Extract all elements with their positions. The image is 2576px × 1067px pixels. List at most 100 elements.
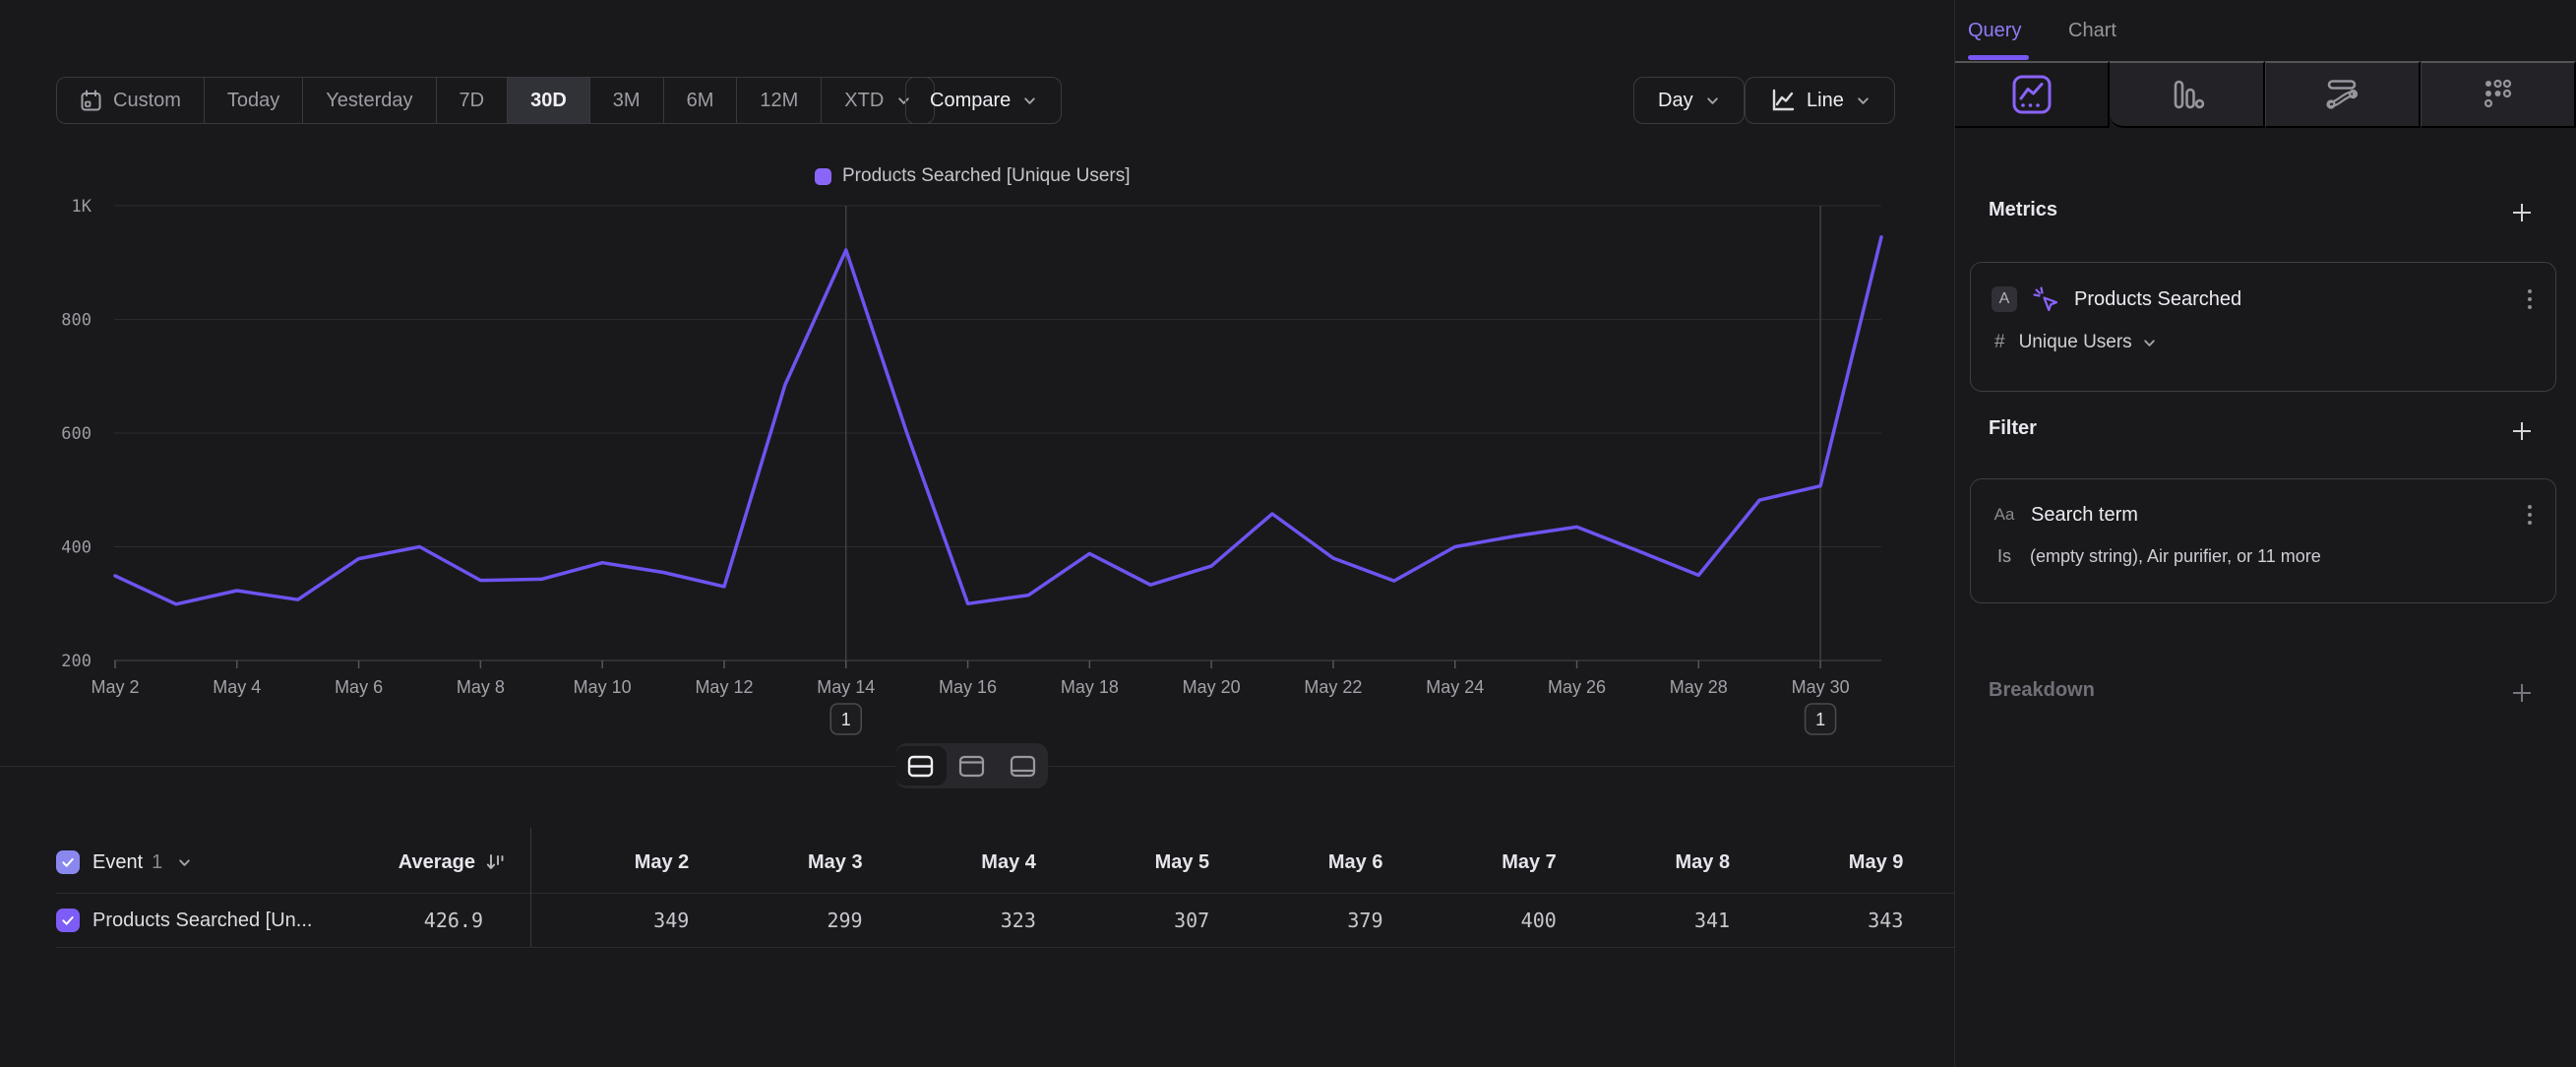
filter-card[interactable]: Aa Search term Is (empty string), Air pu… (1970, 478, 2556, 603)
average-column-header[interactable]: Average (399, 851, 530, 874)
analytics-app: CustomTodayYesterday7D30D3M6M12MXTD Comp… (0, 0, 2576, 1067)
column-header: May 8 (1571, 851, 1745, 874)
series-name: Products Searched [Un... (92, 910, 312, 932)
metric-menu-icon[interactable] (2524, 285, 2536, 313)
flow-chart-icon (2322, 75, 2361, 114)
event-cursor-icon (2031, 284, 2060, 314)
chevron-down-icon (2142, 336, 2157, 350)
cell-value: 379 (1224, 909, 1397, 932)
series-line[interactable] (115, 237, 1881, 604)
cell-value: 343 (1745, 909, 1918, 932)
view-toggle (895, 743, 1048, 788)
trend-line-chart[interactable]: 200 400 600 800 1K May 2 May 4 May 6 May 8 May 10… (0, 0, 1954, 750)
y-axis-label: 200 (61, 652, 92, 671)
chart-type-flow-button[interactable] (2265, 61, 2421, 128)
x-axis-label: May 20 (1183, 677, 1241, 697)
add-metric-button[interactable] (2509, 200, 2535, 225)
string-type-badge: Aa (1992, 502, 2017, 528)
query-panel: Query Chart (1955, 0, 2576, 1067)
table-only-view-icon (1010, 755, 1036, 778)
x-axis-label: May 18 (1061, 677, 1119, 697)
table-only-view-button[interactable] (997, 743, 1048, 788)
x-axis-label: May 30 (1792, 677, 1850, 697)
chart-type-line-button[interactable] (1955, 61, 2110, 128)
x-axis-label: May 26 (1548, 677, 1606, 697)
annotation-badge-label: 1 (841, 710, 851, 729)
main-area: CustomTodayYesterday7D30D3M6M12MXTD Comp… (0, 0, 1954, 1067)
aggregation-label: Unique Users (2019, 332, 2132, 353)
tab-query[interactable]: Query (1968, 20, 2021, 42)
table-row[interactable]: Products Searched [Un... 426.9 349299323… (56, 894, 1954, 948)
date-column-values: 349299323307379400341343 (530, 909, 1918, 932)
chart-type-bar-button[interactable] (2110, 61, 2264, 128)
x-axis-label: May 28 (1670, 677, 1728, 697)
active-tab-indicator (1968, 55, 2029, 60)
annotation-badge-label: 1 (1815, 710, 1825, 729)
series-average: 426.9 (424, 909, 505, 932)
breakdown-heading: Breakdown (1989, 679, 2095, 702)
select-all-checkbox[interactable] (56, 850, 80, 874)
metric-letter-badge: A (1992, 286, 2017, 312)
line-chart-icon (2009, 72, 2055, 117)
chevron-down-icon[interactable] (177, 855, 192, 870)
x-axis-label: May 6 (335, 677, 383, 697)
x-axis-label: May 8 (457, 677, 505, 697)
cell-value: 307 (1051, 909, 1224, 932)
add-breakdown-button[interactable] (2509, 680, 2535, 706)
column-header: May 7 (1397, 851, 1570, 874)
cell-value: 299 (704, 909, 877, 932)
cell-value: 349 (530, 909, 704, 932)
column-header: May 4 (878, 851, 1051, 874)
bar-chart-icon (2167, 75, 2206, 114)
filter-value[interactable]: (empty string), Air purifier, or 11 more (2030, 546, 2321, 567)
table-row-left: Products Searched [Un... 426.9 (56, 909, 530, 932)
cell-value: 400 (1397, 909, 1570, 932)
metrics-heading: Metrics (1989, 199, 2057, 221)
y-axis-label: 800 (61, 311, 92, 331)
column-header: May 3 (704, 851, 877, 874)
tab-chart[interactable]: Chart (2068, 20, 2116, 42)
aggregation-dropdown[interactable]: Unique Users (2019, 332, 2157, 353)
x-axis-label: May 12 (695, 677, 753, 697)
split-view-icon (907, 755, 934, 778)
filter-heading: Filter (1989, 417, 2037, 440)
breakdown-table: Event 1 Average May 2May 3May 4May 5May 6… (0, 832, 1954, 948)
x-axis-label: May 22 (1304, 677, 1362, 697)
filter-property-name[interactable]: Search term (2031, 504, 2138, 527)
event-dropdown[interactable]: Event 1 (92, 851, 162, 874)
chart-type-dots-button[interactable] (2421, 61, 2576, 128)
cell-value: 323 (878, 909, 1051, 932)
filter-menu-icon[interactable] (2524, 501, 2536, 529)
x-axis-label: May 4 (213, 677, 261, 697)
y-axis-label: 600 (61, 424, 92, 444)
event-label: Event (92, 851, 143, 873)
table-header-row: Event 1 Average May 2May 3May 4May 5May 6… (56, 832, 1954, 894)
chart-only-view-icon (958, 755, 985, 778)
average-label: Average (399, 851, 475, 874)
x-axis-label: May 14 (817, 677, 875, 697)
x-axis-label: May 24 (1426, 677, 1484, 697)
table-header-left: Event 1 Average (56, 850, 530, 874)
date-column-headers: May 2May 3May 4May 5May 6May 7May 8May 9 (530, 851, 1918, 874)
x-axis-label: May 10 (574, 677, 632, 697)
metric-card[interactable]: A Products Searched # Unique Users (1970, 262, 2556, 392)
aggregation-prefix: # (1994, 332, 2005, 353)
series-checkbox[interactable] (56, 909, 80, 932)
filter-operator[interactable]: Is (1997, 546, 2011, 567)
split-view-button[interactable] (895, 746, 947, 785)
y-axis-label: 1K (72, 197, 92, 217)
dot-grid-icon (2478, 75, 2517, 114)
column-header: May 6 (1224, 851, 1397, 874)
metric-name[interactable]: Products Searched (2074, 288, 2241, 311)
add-filter-button[interactable] (2509, 418, 2535, 444)
column-header: May 9 (1745, 851, 1918, 874)
chart-only-view-button[interactable] (947, 743, 998, 788)
column-header: May 5 (1051, 851, 1224, 874)
sort-icon (485, 852, 505, 872)
y-axis-label: 400 (61, 538, 92, 558)
event-count: 1 (152, 851, 162, 873)
cell-value: 341 (1571, 909, 1745, 932)
chart-type-strip (1955, 61, 2576, 128)
x-axis-label: May 2 (91, 677, 139, 697)
column-header: May 2 (530, 851, 704, 874)
